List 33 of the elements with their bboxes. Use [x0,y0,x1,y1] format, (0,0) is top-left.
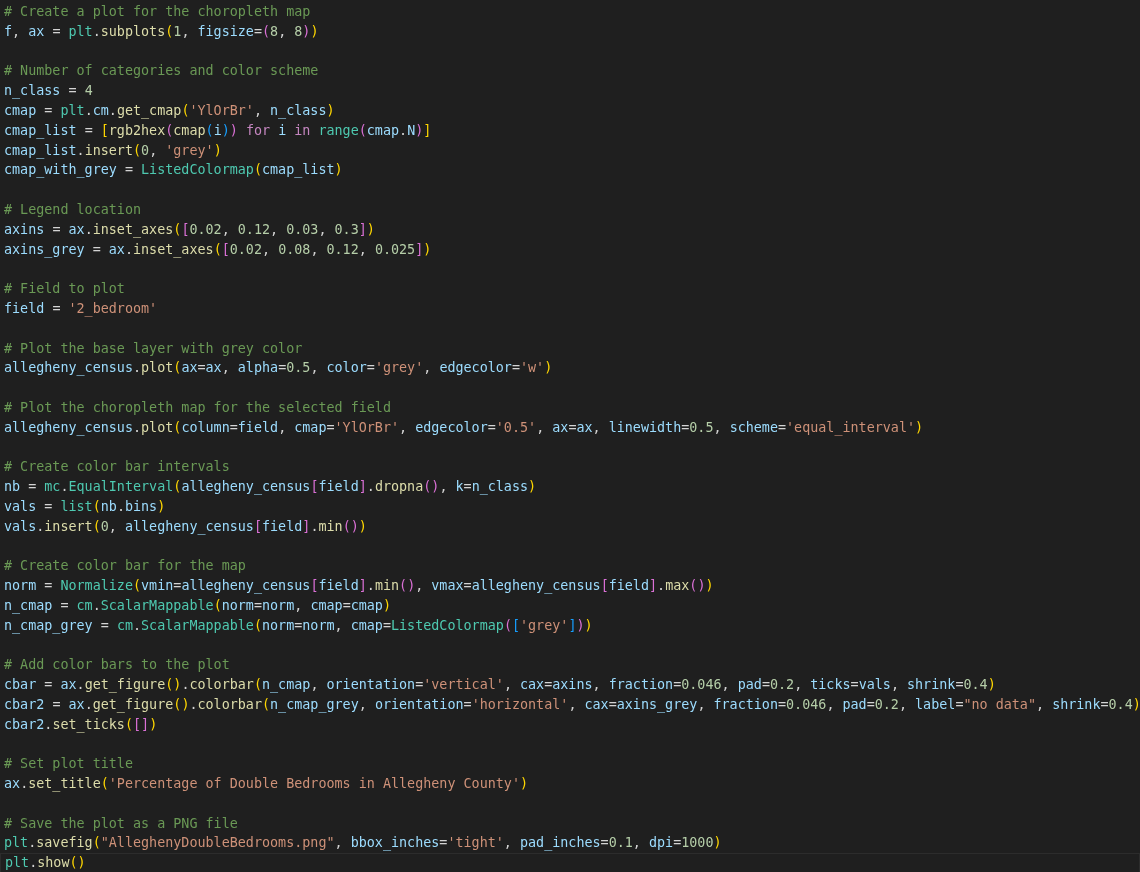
code-line: axins_grey = ax.inset_axes([0.02, 0.08, 0.12, 0.025]) [4,240,433,260]
code-line: cbar2 = ax.get_figure().colorbar(n_cmap_grey, orientation='horizontal', cax=axins_grey, fraction=0.046, pad=0.2, label="no data", shrink=0.4) [4,695,1140,715]
code-line: vals = list(nb.bins) [4,497,167,516]
code-line: norm = Normalize(vmin=allegheny_census[field].min(), vmax=allegheny_census[field].max()) [4,577,715,596]
code-line: # Create a plot for the choropleth map [4,3,312,21]
code-line: cmap_list = [rgb2hex(cmap(i)) for i in range(cmap.N)] [4,121,433,141]
code-line: # Legend location [4,200,143,219]
code-line: # Plot the base layer with grey color [4,339,304,358]
code-line: # Set plot title [4,755,134,774]
code-line: n_class = 4 [4,82,94,101]
code-line: # Save the plot as a PNG file [4,814,239,833]
code-line: field = '2_bedroom' [4,299,159,319]
code-line: allegheny_census.plot(column=field, cmap='YlOrBr', edgecolor='0.5', ax=ax, linewidth=0.5, scheme='equal_interval') [4,418,925,438]
code-line: allegheny_census.plot(ax=ax, alpha=0.5, color='grey', edgecolor='w') [4,359,554,378]
code-line: # Add color bars to the plot [4,656,231,675]
code-line: cbar2.set_ticks([]) [4,715,159,735]
code-line: # Field to plot [4,280,126,299]
code-line: # Plot the choropleth map for the selected field [4,398,392,417]
code-line: # Create color bar for the map [4,557,247,576]
code-line: vals.insert(0, allegheny_census[field].min()) [4,517,368,537]
code-line: n_cmap_grey = cm.ScalarMappable(norm=norm, cmap=ListedColormap(['grey'])) [4,616,594,636]
code-line: # Number of categories and color scheme [4,62,320,81]
code-line: cbar = ax.get_figure().colorbar(n_cmap, orientation='vertical', cax=axins, fraction=0.046, pad=0.2, ticks=vals, shrink=0.4) [4,676,997,695]
code-line: cmap = plt.cm.get_cmap('YlOrBr', n_class) [4,102,336,121]
code-line: cmap_list.insert(0, 'grey') [4,141,223,161]
code-line: ax.set_title('Percentage of Double Bedrooms in Allegheny County') [4,775,530,794]
code-line: nb = mc.EqualInterval(allegheny_census[field].dropna(), k=n_class) [4,478,538,497]
code-line: n_cmap = cm.ScalarMappable(norm=norm, cmap=cmap) [4,596,392,616]
code-line: axins = ax.inset_axes([0.02, 0.12, 0.03, 0.3]) [4,220,376,240]
code-line: cmap_with_grey = ListedColormap(cmap_list) [4,161,344,180]
code-line: plt.savefig("AlleghenyDoubleBedrooms.png", bbox_inches='tight', pad_inches=0.1, dpi=1000) [4,834,723,853]
code-line: f, ax = plt.subplots(1, figsize=(8, 8)) [4,22,320,41]
code-line: # Create color bar intervals [4,458,231,477]
